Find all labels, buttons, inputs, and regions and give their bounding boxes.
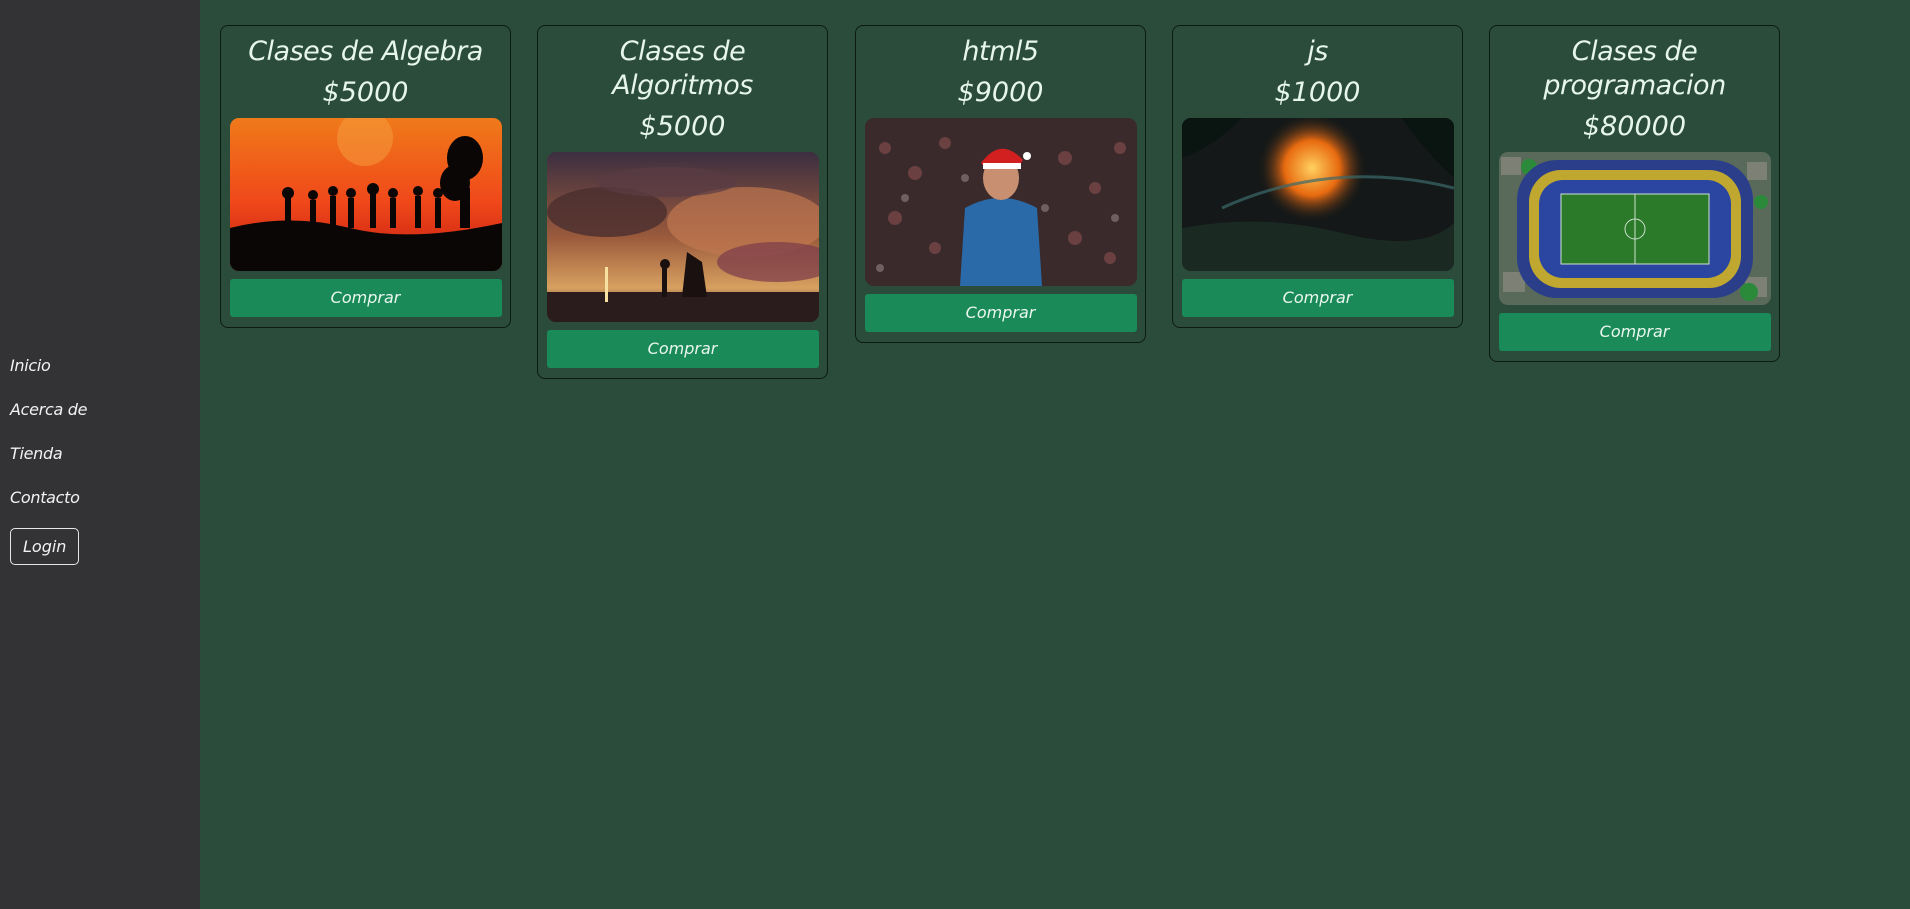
buy-button[interactable]: Comprar	[229, 279, 502, 317]
product-title: html5	[962, 36, 1039, 67]
nav-item-contacto[interactable]: Contacto	[10, 486, 87, 530]
buy-button[interactable]: Comprar	[546, 330, 819, 368]
product-card: Clases de Algoritmos $5000 Comprar	[537, 25, 828, 379]
product-image	[229, 118, 502, 271]
product-image	[546, 152, 819, 322]
product-card: Clases de Algebra $5000 Comprar	[220, 25, 511, 328]
product-price: $9000	[957, 77, 1044, 108]
product-image	[1498, 152, 1771, 305]
product-card: js $1000 Comprar	[1172, 25, 1463, 328]
login-button[interactable]: Login	[10, 528, 80, 565]
product-price: $5000	[639, 111, 726, 142]
product-title: Clases de Algoritmos	[612, 36, 753, 101]
buy-button[interactable]: Comprar	[864, 294, 1137, 332]
product-image	[1181, 118, 1454, 271]
product-title: Clases de programacion	[1543, 36, 1726, 101]
sidebar: Inicio Acerca de Tienda Contacto Login	[0, 0, 200, 909]
product-card: html5 $9000 Comprar	[855, 25, 1146, 343]
nav-item-acerca-de[interactable]: Acerca de	[10, 398, 87, 442]
buy-button[interactable]: Comprar	[1498, 313, 1771, 351]
product-title: js	[1307, 36, 1328, 67]
nav-item-inicio[interactable]: Inicio	[10, 354, 87, 398]
product-price: $5000	[322, 77, 409, 108]
product-price: $1000	[1274, 77, 1361, 108]
nav-item-tienda[interactable]: Tienda	[10, 442, 87, 486]
product-title: Clases de Algebra	[248, 36, 483, 67]
buy-button[interactable]: Comprar	[1181, 279, 1454, 317]
product-price: $80000	[1582, 111, 1687, 142]
product-card: Clases de programacion $80000 Comprar	[1489, 25, 1780, 362]
product-image	[864, 118, 1137, 286]
sidebar-nav: Inicio Acerca de Tienda Contacto Login	[10, 354, 87, 565]
